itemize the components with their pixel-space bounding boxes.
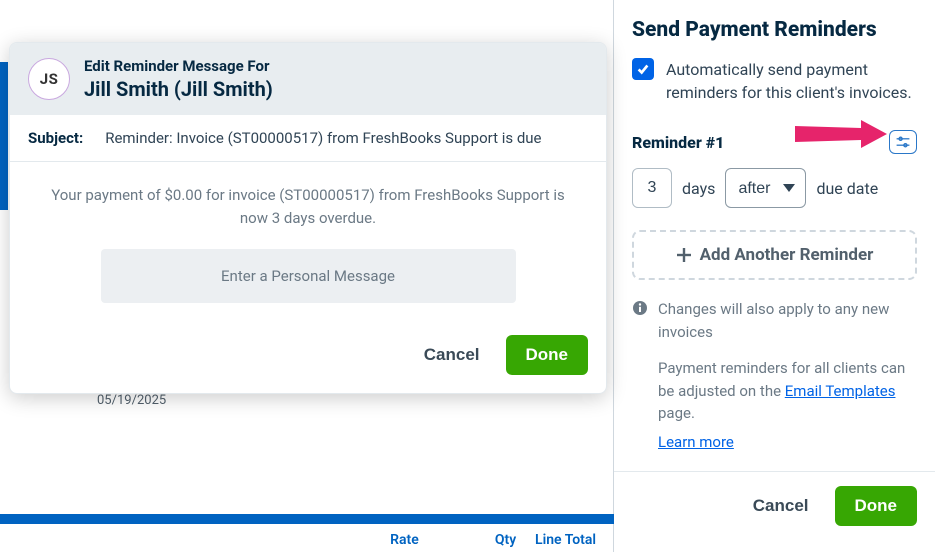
reminder-settings-button[interactable] (889, 130, 917, 154)
info-row: Changes will also apply to any new invoi… (632, 298, 917, 453)
days-input[interactable] (632, 168, 672, 208)
personal-message-placeholder: Enter a Personal Message (221, 267, 395, 285)
auto-reminder-checkbox[interactable] (632, 58, 654, 80)
info-icon (632, 300, 648, 316)
modal-header: JS Edit Reminder Message For Jill Smith … (10, 43, 606, 115)
reminders-panel: Send Payment Reminders Automatically sen… (614, 0, 935, 552)
info-text: Changes will also apply to any new invoi… (658, 298, 917, 453)
col-line-total: Line Total (516, 532, 614, 548)
info-line2: Payment reminders for all clients can be… (658, 357, 917, 425)
sliders-icon (895, 135, 911, 149)
panel-done-button[interactable]: Done (835, 486, 918, 526)
pointer-arrow (795, 116, 887, 160)
modal-actions: Cancel Done (10, 321, 606, 393)
reminder-body-text: Your payment of $0.00 for invoice (ST000… (50, 184, 566, 231)
col-rate: Rate (312, 532, 419, 548)
cancel-button[interactable]: Cancel (424, 345, 480, 365)
panel-actions: Cancel Done (632, 472, 917, 542)
auto-reminder-row: Automatically send payment reminders for… (632, 58, 917, 104)
avatar: JS (28, 58, 70, 100)
learn-more-link[interactable]: Learn more (658, 431, 734, 454)
accent-strip (0, 62, 8, 210)
reminder-config-row: days after due date (632, 168, 917, 208)
email-templates-link[interactable]: Email Templates (785, 382, 896, 400)
subject-value[interactable]: Reminder: Invoice (ST00000517) from Fres… (105, 129, 541, 147)
add-reminder-label: Add Another Reminder (700, 245, 874, 265)
plus-icon (676, 247, 692, 263)
subject-label: Subject: (28, 129, 83, 147)
modal-title-prefix: Edit Reminder Message For (84, 57, 273, 75)
due-date-label: due date (816, 179, 878, 198)
reminder-title: Reminder #1 (632, 133, 724, 152)
info-line1: Changes will also apply to any new invoi… (658, 298, 917, 343)
timing-select[interactable]: after (725, 168, 806, 208)
avatar-initials: JS (40, 70, 59, 88)
table-header-bar (0, 514, 614, 524)
invoice-date: 05/19/2025 (97, 393, 166, 408)
modal-title-client: Jill Smith (Jill Smith) (84, 77, 273, 101)
personal-message-input[interactable]: Enter a Personal Message (101, 249, 516, 303)
add-reminder-button[interactable]: Add Another Reminder (632, 230, 917, 280)
reminder-header: Reminder #1 (632, 130, 917, 154)
days-label: days (682, 179, 715, 198)
panel-title: Send Payment Reminders (632, 18, 917, 42)
modal-body: Your payment of $0.00 for invoice (ST000… (10, 162, 606, 321)
edit-reminder-modal: JS Edit Reminder Message For Jill Smith … (9, 42, 607, 394)
col-qty: Qty (419, 532, 516, 548)
done-button[interactable]: Done (506, 335, 589, 375)
auto-reminder-label: Automatically send payment reminders for… (666, 58, 917, 104)
table-header-row: Rate Qty Line Total (0, 532, 614, 548)
subject-row: Subject: Reminder: Invoice (ST00000517) … (10, 115, 606, 162)
modal-header-text: Edit Reminder Message For Jill Smith (Ji… (84, 57, 273, 101)
invoice-area: 05/19/2025 Rate Qty Line Total JS Edit R… (0, 0, 614, 552)
panel-cancel-button[interactable]: Cancel (753, 496, 809, 516)
